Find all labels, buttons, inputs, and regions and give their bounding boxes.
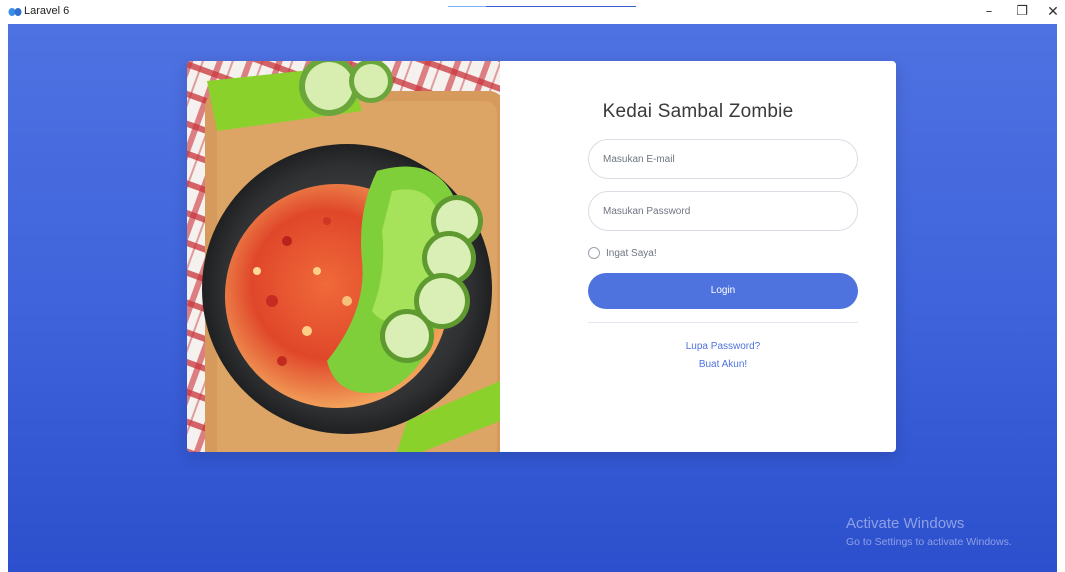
remember-me[interactable]: Ingat Saya! (588, 246, 657, 260)
page-title: Kedai Sambal Zombie (602, 101, 794, 122)
maximize-button[interactable]: ❐ (1008, 0, 1036, 24)
remember-label: Ingat Saya! (606, 247, 657, 259)
login-card: Kedai Sambal Zombie Ingat Saya! Login Lu… (187, 61, 896, 452)
forgot-password-link[interactable]: Lupa Password? (500, 341, 896, 352)
activate-windows-subtitle: Go to Settings to activate Windows. (846, 536, 1012, 548)
sambal-food-photo (187, 61, 500, 452)
window-title: Laravel 6 (24, 5, 70, 17)
window-titlebar: Laravel 6 – ❐ ✕ (0, 0, 1065, 24)
login-button[interactable]: Login (588, 273, 858, 309)
minimize-button[interactable]: – (975, 0, 1003, 24)
remember-checkbox[interactable] (588, 247, 600, 259)
divider (588, 322, 858, 323)
password-field[interactable] (588, 191, 858, 231)
loading-progress-bar (448, 6, 636, 7)
login-form: Kedai Sambal Zombie Ingat Saya! Login Lu… (500, 61, 896, 452)
laravel-logo-icon (8, 8, 22, 16)
create-account-link[interactable]: Buat Akun! (500, 359, 896, 370)
email-field[interactable] (588, 139, 858, 179)
activate-windows-title: Activate Windows (846, 515, 965, 532)
close-button[interactable]: ✕ (1039, 0, 1065, 24)
